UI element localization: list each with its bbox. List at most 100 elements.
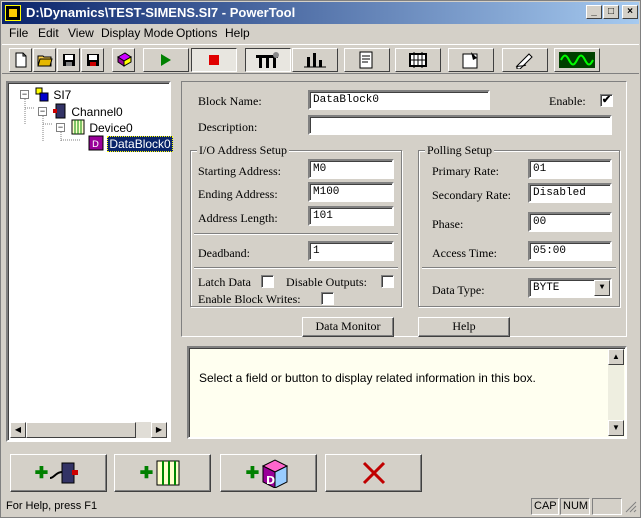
bar-chart-icon xyxy=(304,53,326,68)
tree-expander-channel[interactable]: − xyxy=(38,107,47,116)
run-button[interactable] xyxy=(143,48,189,72)
secondary-rate-label: Secondary Rate: xyxy=(432,188,511,202)
waveform-button[interactable] xyxy=(554,48,600,72)
latch-data-checkbox[interactable] xyxy=(261,275,274,288)
tree-node-channel0[interactable]: Channel0 xyxy=(52,103,123,119)
tree-node-device0[interactable]: Device0 xyxy=(70,119,133,135)
delete-x-icon xyxy=(362,461,385,485)
main-window: D:\Dynamics\TEST-SIMENS.SI7 - PowerTool … xyxy=(0,0,641,518)
stop-button[interactable] xyxy=(191,48,237,72)
tree-node-datablock0[interactable]: D DataBlock0 xyxy=(88,135,173,152)
caps-lock-indicator: CAP xyxy=(531,498,559,515)
data-type-select[interactable]: BYTE ▼ xyxy=(528,278,612,298)
status-text: For Help, press F1 xyxy=(6,500,98,512)
deadband-input[interactable]: 1 xyxy=(308,241,394,261)
app-icon[interactable] xyxy=(5,5,21,21)
stop-icon xyxy=(209,55,219,65)
tools-button[interactable] xyxy=(245,48,291,72)
menu-bar: File Edit View Display Mode Options Help xyxy=(2,24,639,43)
block-name-input[interactable]: DataBlock0 xyxy=(308,90,490,110)
access-time-input[interactable]: 05:00 xyxy=(528,241,612,261)
info-vertical-scrollbar[interactable]: ▲ ▼ xyxy=(608,349,624,436)
plus-icon: ✚ xyxy=(139,465,154,482)
data-type-value: BYTE xyxy=(533,282,560,294)
properties-button[interactable] xyxy=(344,48,390,72)
disable-outputs-checkbox[interactable] xyxy=(381,275,394,288)
dropdown-arrow-icon[interactable]: ▼ xyxy=(594,280,610,296)
scroll-right-button[interactable]: ▶ xyxy=(151,422,167,438)
access-time-label: Access Time: xyxy=(432,246,498,260)
scroll-up-button[interactable]: ▲ xyxy=(608,349,624,365)
minimize-button[interactable]: _ xyxy=(586,5,602,19)
svg-text:D: D xyxy=(266,474,275,487)
data-monitor-button[interactable]: Data Monitor xyxy=(302,317,394,337)
tree-node-si7[interactable]: SI7 xyxy=(34,86,71,102)
menu-help[interactable]: Help xyxy=(225,26,250,40)
project-tree[interactable]: − SI7 − Channel0 − Device0 D DataBlock0 … xyxy=(6,81,173,442)
chart-button[interactable] xyxy=(292,48,338,72)
primary-rate-input[interactable]: 01 xyxy=(528,159,612,179)
menu-edit[interactable]: Edit xyxy=(38,26,59,40)
scroll-down-button[interactable]: ▼ xyxy=(608,420,624,436)
resize-grip-icon[interactable] xyxy=(625,501,637,513)
bottom-action-bar: ✚ ✚ ✚ D xyxy=(2,450,639,492)
open-button[interactable] xyxy=(33,48,56,72)
starting-address-label: Starting Address: xyxy=(198,164,281,178)
save-button[interactable] xyxy=(57,48,80,72)
add-datablock-button[interactable]: ✚ D xyxy=(220,454,317,492)
address-length-label: Address Length: xyxy=(198,211,278,225)
data-type-label: Data Type: xyxy=(432,283,485,297)
tree-horizontal-scrollbar[interactable]: ◀ ▶ xyxy=(10,422,167,438)
tree-label-datablock0: DataBlock0 xyxy=(107,136,173,152)
scroll-thumb[interactable] xyxy=(26,422,136,438)
add-datablock-icon: D xyxy=(262,459,289,488)
menu-file[interactable]: File xyxy=(9,26,28,40)
tools-icon xyxy=(256,52,279,68)
tree-label-si7: SI7 xyxy=(53,88,72,102)
channel-icon xyxy=(53,103,66,119)
description-input[interactable] xyxy=(308,115,612,135)
add-device-button[interactable]: ✚ xyxy=(114,454,211,492)
title-bar[interactable]: D:\Dynamics\TEST-SIMENS.SI7 - PowerTool … xyxy=(2,2,639,24)
info-text: Select a field or button to display rela… xyxy=(199,371,536,385)
ending-address-input[interactable]: M100 xyxy=(308,182,394,202)
polling-separator xyxy=(422,267,616,269)
delete-button[interactable] xyxy=(325,454,422,492)
tree-expander-root[interactable]: − xyxy=(20,90,29,99)
disable-outputs-label: Disable Outputs: xyxy=(286,275,367,289)
enable-block-writes-checkbox[interactable] xyxy=(321,292,334,305)
enable-checkbox[interactable]: ✔ xyxy=(600,94,613,107)
add-device-icon xyxy=(156,460,180,486)
book-button[interactable] xyxy=(112,48,135,72)
settings-sheet-button[interactable] xyxy=(448,48,494,72)
plus-icon: ✚ xyxy=(245,465,260,482)
address-length-input[interactable]: 101 xyxy=(308,206,394,226)
help-button[interactable]: Help xyxy=(418,317,510,337)
polling-group-title: Polling Setup xyxy=(425,143,495,158)
menu-options[interactable]: Options xyxy=(176,26,217,40)
book-icon xyxy=(116,52,132,67)
window-title: D:\Dynamics\TEST-SIMENS.SI7 - PowerTool xyxy=(26,5,296,20)
close-button[interactable]: × xyxy=(622,5,638,19)
network-button[interactable] xyxy=(395,48,441,72)
toolbar xyxy=(2,44,639,74)
scroll-left-button[interactable]: ◀ xyxy=(10,422,26,438)
starting-address-input[interactable]: M0 xyxy=(308,159,394,179)
save-all-button[interactable] xyxy=(81,48,104,72)
open-folder-icon xyxy=(36,55,53,67)
tree-expander-device[interactable]: − xyxy=(56,123,65,132)
scroll-lock-indicator xyxy=(592,498,622,515)
secondary-rate-input[interactable]: Disabled xyxy=(528,183,612,203)
menu-view[interactable]: View xyxy=(68,26,94,40)
new-file-icon xyxy=(15,52,26,68)
settings-sheet-icon xyxy=(462,52,478,69)
new-button[interactable] xyxy=(9,48,32,72)
description-label: Description: xyxy=(198,120,258,134)
block-name-label: Block Name: xyxy=(198,94,262,108)
maximize-button[interactable]: □ xyxy=(603,5,619,19)
add-channel-button[interactable]: ✚ xyxy=(10,454,107,492)
datablock-form: Block Name: DataBlock0 Enable: ✔ Descrip… xyxy=(181,81,627,337)
phase-input[interactable]: 00 xyxy=(528,212,612,232)
pen-button[interactable] xyxy=(502,48,548,72)
menu-display-mode[interactable]: Display Mode xyxy=(101,26,174,40)
